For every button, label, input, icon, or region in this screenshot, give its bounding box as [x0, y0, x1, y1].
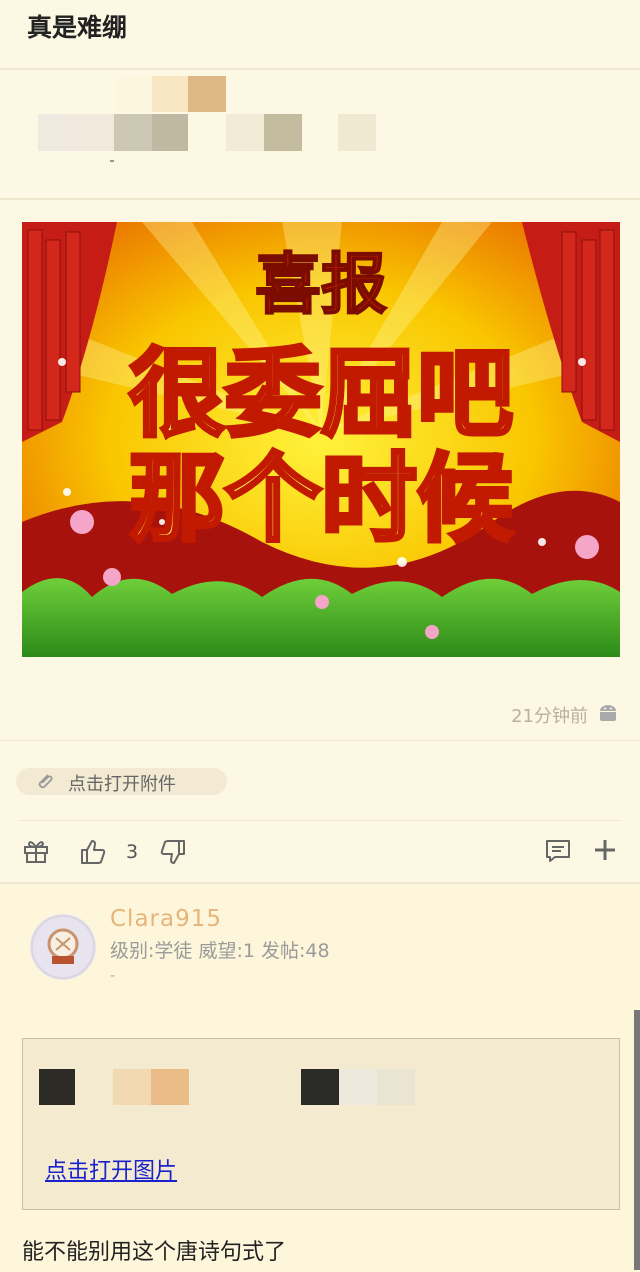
divider [20, 820, 620, 821]
post-meta: 21分钟前 [0, 692, 640, 741]
post-image[interactable]: 喜报 很委屈吧 那个时候 [22, 222, 620, 657]
username[interactable]: Clara915 [110, 906, 222, 932]
comment-icon[interactable] [544, 837, 572, 865]
poster-line-2: 那个时候 [129, 443, 514, 555]
plus-icon[interactable] [592, 837, 618, 863]
quote-box: 点击打开图片 [22, 1038, 620, 1210]
thumbs-down-icon[interactable] [158, 837, 188, 867]
android-icon [600, 705, 616, 721]
open-image-link[interactable]: 点击打开图片 [45, 1153, 177, 1185]
reply-post: Clara915 级别:学徒 威望:1 发帖:48 - 点击打开图片 能不能别用… [0, 882, 640, 1272]
open-attachment-button[interactable]: 点击打开附件 [16, 768, 227, 795]
blurred-content [0, 70, 640, 200]
title-bar: 真是难绷 [0, 0, 640, 70]
paperclip-icon [38, 774, 53, 789]
poster-graphic: 喜报 很委屈吧 那个时候 [22, 222, 620, 657]
post-timestamp: 21分钟前 [511, 706, 588, 727]
poster-line-1: 很委屈吧 [129, 338, 513, 450]
page-title: 真是难绷 [27, 13, 128, 42]
user-stats: 级别:学徒 威望:1 发帖:48 [110, 940, 330, 962]
post-action-bar: 3 [0, 825, 640, 881]
poster-headline: 喜报 [255, 246, 387, 323]
gift-icon[interactable] [22, 837, 50, 865]
user-signature: - [110, 968, 116, 984]
like-count: 3 [126, 841, 139, 863]
avatar-icon [31, 915, 95, 979]
thumbs-up-icon[interactable] [78, 837, 108, 867]
attachment-label: 点击打开附件 [68, 774, 176, 795]
avatar[interactable] [30, 914, 96, 980]
reply-text: 能不能别用这个唐诗句式了 [22, 1240, 287, 1265]
scrollbar[interactable] [634, 1010, 640, 1270]
